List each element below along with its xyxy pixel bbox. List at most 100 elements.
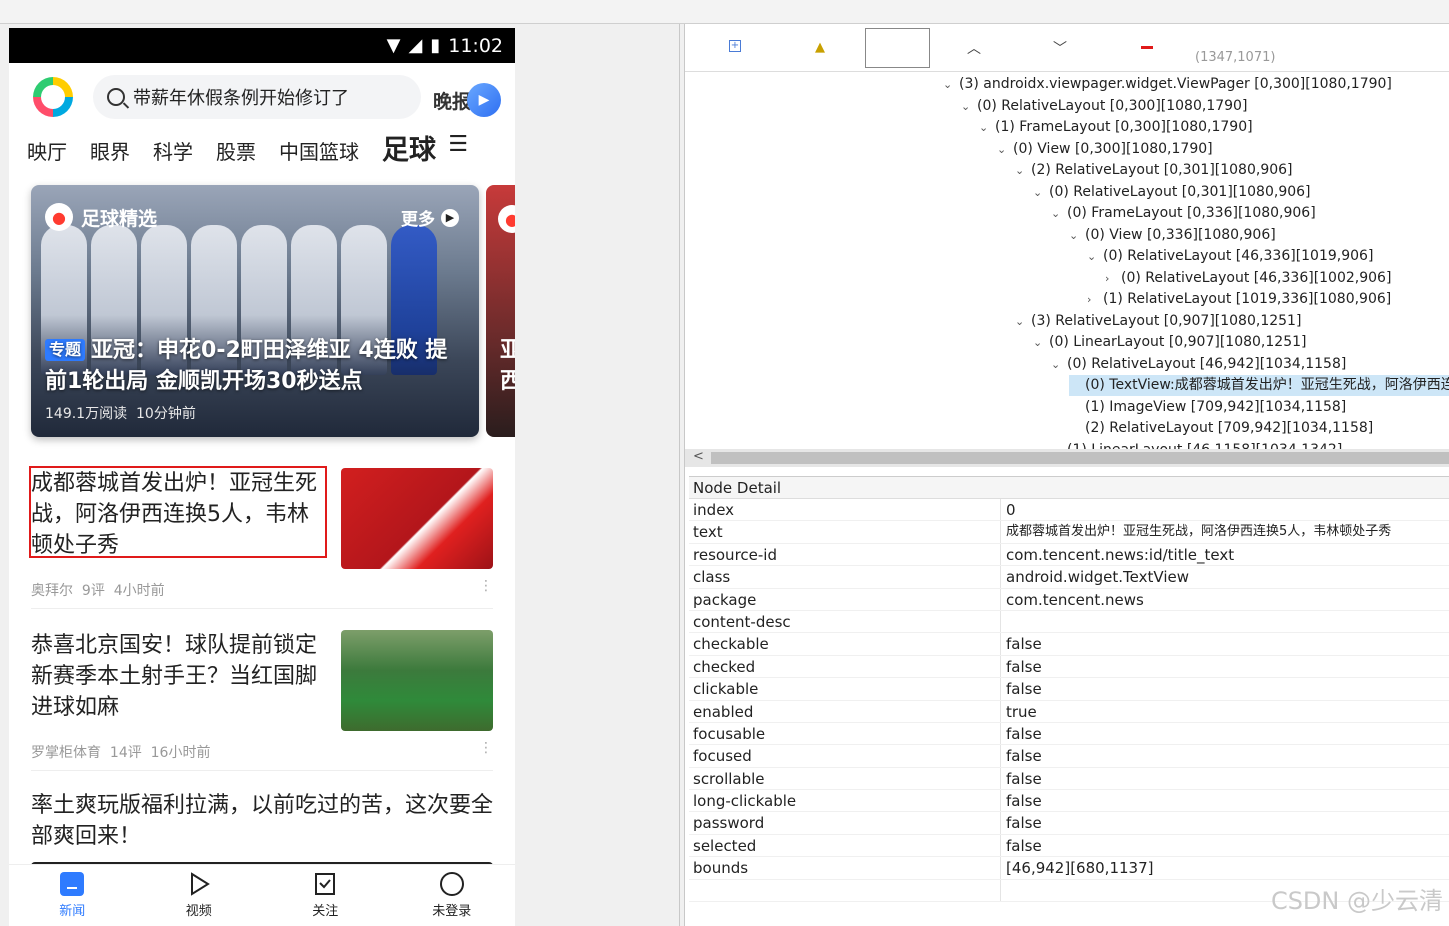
chevron-down-icon[interactable]: ⌄ xyxy=(1015,311,1031,332)
detail-value: false xyxy=(1006,680,1042,699)
tree-node[interactable]: ⌄ (0) RelativeLayout [46,942][1034,1158] xyxy=(1051,354,1346,375)
detail-row[interactable]: clickable false xyxy=(689,678,1449,701)
chevron-down-icon[interactable]: ⌄ xyxy=(979,117,995,138)
phone-screen[interactable]: ▼ ◢ ▮ 11:02 带薪年休假条例开始修订了 晚报 ▶ 映厅 眼界 科学 股… xyxy=(9,28,515,926)
tree-node[interactable]: ⌄ (0) RelativeLayout [0,301][1080,906] xyxy=(1033,182,1311,203)
tree-node[interactable]: ⌄ (0) View [0,300][1080,1790] xyxy=(997,139,1213,160)
next-feature-card[interactable]: ● 亚 西 xyxy=(486,185,515,437)
chevron-down-icon[interactable]: ⌄ xyxy=(1033,182,1049,203)
detail-row[interactable]: scrollable false xyxy=(689,767,1449,791)
tree-node[interactable]: ⌄ (0) RelativeLayout [46,336][1019,906] xyxy=(1087,246,1373,267)
list-item[interactable]: 成都蓉城首发出炉！亚冠生死战，阿洛伊西连换5人，韦林顿处子秀 奥拜尔 9评 4小… xyxy=(29,466,493,618)
chevron-left-icon[interactable]: < xyxy=(693,449,704,464)
list-item[interactable]: 恭喜北京国安！球队提前锁定新赛季本土射手王？当红国脚进球如麻 罗掌柜体育 14评… xyxy=(31,630,493,780)
tree-node[interactable]: › (0) RelativeLayout [46,336][1002,906] xyxy=(1105,268,1391,289)
detail-row[interactable]: package com.tencent.news xyxy=(689,588,1449,611)
tab-channel[interactable]: 中国篮球 xyxy=(279,136,359,171)
chevron-down-icon[interactable]: ⌄ xyxy=(1069,225,1085,246)
chevron-down-icon[interactable]: ⌄ xyxy=(1015,160,1031,181)
tab-channel-active[interactable]: 足球 xyxy=(382,128,436,171)
tree-node[interactable]: (1) ImageView [709,942][1034,1158] xyxy=(1069,397,1346,418)
detail-row[interactable]: checked false xyxy=(689,655,1449,679)
detail-row[interactable]: bounds [46,942][680,1137] xyxy=(689,857,1449,880)
detail-row[interactable]: focusable false xyxy=(689,722,1449,746)
feature-title: 专题 亚冠：申花0-2町田泽维亚 4连败 提前1轮出局 金顺凯开场30秒送点 xyxy=(45,338,448,394)
next-feature-title: 亚 西 xyxy=(500,338,515,394)
collapse-icon[interactable] xyxy=(1141,46,1153,49)
tab-channel[interactable]: 眼界 xyxy=(90,136,130,171)
tree-node-label: (0) RelativeLayout [46,336][1019,906] xyxy=(1103,248,1374,264)
tree-node[interactable]: (2) RelativeLayout [709,942][1034,1158] xyxy=(1069,418,1373,439)
tree-node[interactable]: ⌄(1) LinearLayout [46,1158][1034,1342] xyxy=(1051,440,1342,450)
chevron-right-icon[interactable]: › xyxy=(1105,268,1121,289)
tree-node[interactable]: ⌄ (0) View [0,336][1080,906] xyxy=(1069,225,1276,246)
detail-row[interactable]: enabled true xyxy=(689,700,1449,723)
detail-value: false xyxy=(1006,635,1042,654)
nav-news[interactable]: 新闻 xyxy=(9,865,136,926)
detail-row[interactable]: selected false xyxy=(689,834,1449,858)
nav-video[interactable]: 视频 xyxy=(136,865,263,926)
scrollbar-thumb[interactable] xyxy=(711,452,1449,464)
divider xyxy=(31,608,493,609)
app-logo-icon[interactable] xyxy=(33,77,73,117)
expand-all-icon[interactable]: + xyxy=(729,40,741,52)
more-options-icon[interactable]: ⋮ xyxy=(479,740,493,756)
chevron-down-icon[interactable]: ⌄ xyxy=(1051,440,1067,450)
evening-news-button[interactable]: 晚报 ▶ xyxy=(433,83,502,117)
detail-key: long-clickable xyxy=(689,790,1001,812)
nav-login[interactable]: 未登录 xyxy=(389,865,516,926)
detail-row[interactable]: resource-id com.tencent.news:id/title_tex… xyxy=(689,543,1449,567)
menu-icon[interactable]: ☰ xyxy=(448,132,468,163)
tree-node[interactable]: (0) TextView:成都蓉城首发出炉！亚冠生死战，阿洛伊西连 xyxy=(1069,375,1449,396)
tree-node[interactable]: ⌄ (0) FrameLayout [0,336][1080,906] xyxy=(1051,203,1316,224)
detail-row[interactable]: long-clickable false xyxy=(689,790,1449,813)
list-item[interactable]: 率土爽玩版福利拉满，以前吃过的苦，这次要全部爽回来！ xyxy=(31,790,493,870)
more-button[interactable]: 更多 ▶ xyxy=(401,205,459,230)
warning-icon[interactable]: ▲ xyxy=(815,40,825,55)
chevron-down-icon[interactable]: ⌄ xyxy=(1087,246,1103,267)
detail-row[interactable]: password false xyxy=(689,812,1449,835)
chevron-down-icon[interactable]: ⌄ xyxy=(1033,332,1049,353)
detail-row[interactable]: class android.widget.TextView xyxy=(689,566,1449,589)
tree-node-label: (0) RelativeLayout [0,300][1080,1790] xyxy=(977,97,1248,114)
more-options-icon[interactable]: ⋮ xyxy=(479,578,493,594)
tree-node[interactable]: ⌄ (2) RelativeLayout [0,301][1080,906] xyxy=(1015,160,1293,181)
detail-key: index xyxy=(689,499,1001,521)
detail-row[interactable]: index 0 xyxy=(689,499,1449,522)
detail-key: enabled xyxy=(689,700,1001,722)
nav-follow[interactable]: 关注 xyxy=(262,865,389,926)
tree-node[interactable]: ⌄ (1) FrameLayout [0,300][1080,1790] xyxy=(979,117,1253,138)
wifi-icon: ▼ xyxy=(386,34,401,56)
bottom-navigation: 新闻 视频 关注 未登录 xyxy=(9,864,515,926)
tree-node[interactable]: › (1) RelativeLayout [1019,336][1080,906] xyxy=(1087,289,1391,310)
chevron-right-icon[interactable]: › xyxy=(1087,289,1103,310)
news-meta: 罗掌柜体育 14评 16小时前 xyxy=(31,745,211,761)
tree-node[interactable]: ⌄ (0) RelativeLayout [0,300][1080,1790] xyxy=(961,96,1247,117)
horizontal-scrollbar[interactable]: < xyxy=(685,449,1449,467)
tree-node[interactable]: ⌄ (3) androidx.viewpager.widget.ViewPager… xyxy=(943,74,1392,95)
chevron-down-icon[interactable]: ⌄ xyxy=(943,74,959,95)
tab-channel[interactable]: 科学 xyxy=(153,136,193,171)
search-box[interactable] xyxy=(865,28,930,68)
search-input[interactable]: 带薪年休假条例开始修订了 xyxy=(93,75,421,119)
chevron-down-icon[interactable]: ⌄ xyxy=(961,96,977,117)
detail-row[interactable]: focused false xyxy=(689,745,1449,768)
feature-card[interactable]: ● 足球精选 更多 ▶ 专题 亚冠：申花0-2町田泽维亚 4连败 提前1轮出局 金… xyxy=(31,185,479,437)
chevron-up-icon[interactable]: ︿ xyxy=(967,38,981,58)
chevron-down-icon[interactable]: ⌄ xyxy=(1051,203,1067,224)
chevron-down-icon[interactable]: ⌄ xyxy=(997,139,1013,160)
detail-row[interactable]: text 成都蓉城首发出炉！亚冠生死战，阿洛伊西连换5人，韦林顿处子秀 xyxy=(689,521,1449,544)
tree-node[interactable]: ⌄ (0) LinearLayout [0,907][1080,1251] xyxy=(1033,332,1306,353)
tree-node[interactable]: ⌄ (3) RelativeLayout [0,907][1080,1251] xyxy=(1015,311,1301,332)
hierarchy-tree[interactable]: ⌄ (3) androidx.viewpager.widget.ViewPager… xyxy=(691,74,1449,449)
chevron-down-icon[interactable]: ⌄ xyxy=(1051,354,1067,375)
tab-channel[interactable]: 股票 xyxy=(216,136,256,171)
feature-carousel[interactable]: ● 足球精选 更多 ▶ 专题 亚冠：申花0-2町田泽维亚 4连败 提前1轮出局 金… xyxy=(9,183,515,438)
tab-channel[interactable]: 映厅 xyxy=(27,136,67,171)
tree-node-label: (0) RelativeLayout [46,336][1002,906] xyxy=(1121,269,1392,286)
detail-row[interactable]: content-desc xyxy=(689,610,1449,634)
news-meta: 奥拜尔 9评 4小时前 xyxy=(31,583,165,599)
chevron-down-icon[interactable]: ﹀ xyxy=(1053,38,1067,58)
battery-icon: ▮ xyxy=(430,34,441,56)
detail-row[interactable]: checkable false xyxy=(689,633,1449,656)
